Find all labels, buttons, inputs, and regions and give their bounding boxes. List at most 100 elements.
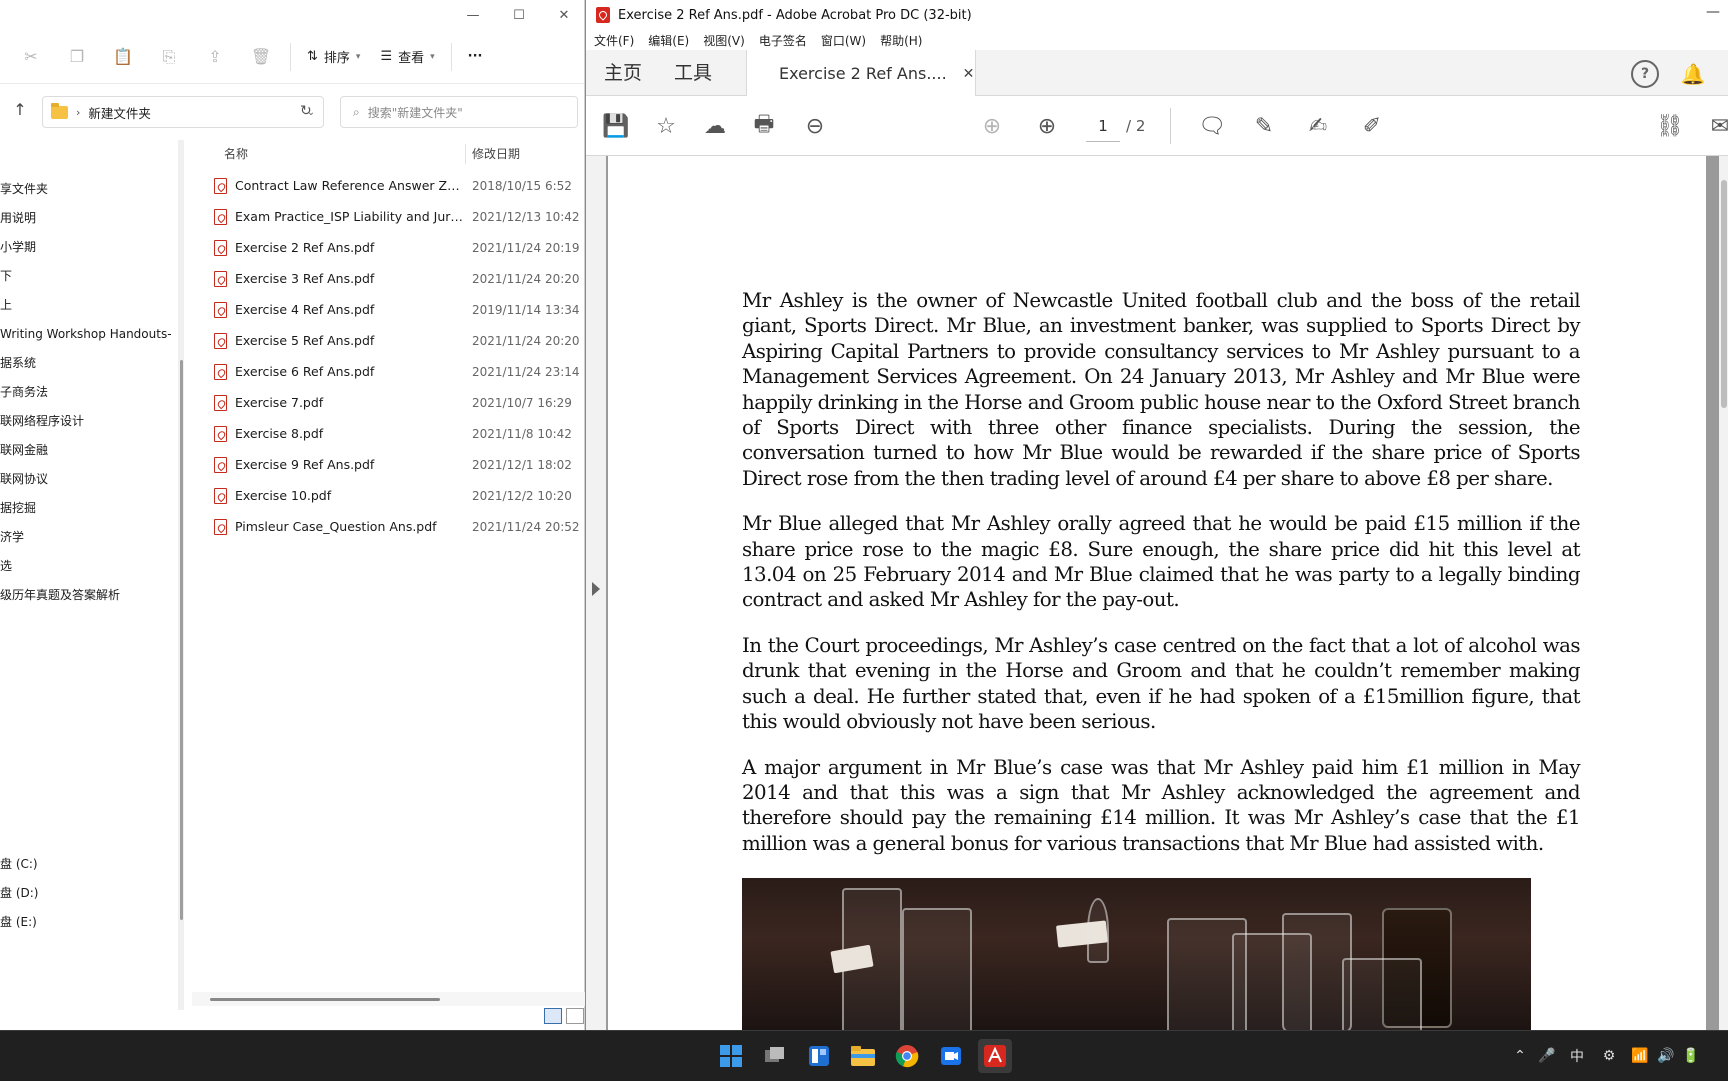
sort-button[interactable]: ⇅ 排序 ▾ xyxy=(297,40,370,74)
volume-icon[interactable]: 🔊 xyxy=(1654,1048,1678,1064)
close-tab-icon[interactable]: ✕ xyxy=(963,66,975,82)
menu-item[interactable]: 帮助(H) xyxy=(880,32,922,49)
rename-icon[interactable]: ⎘ xyxy=(146,39,192,75)
nav-item-drive[interactable]: 盘 (E:) xyxy=(0,910,37,934)
refresh-icon[interactable]: ↻ xyxy=(300,103,312,119)
share-link-icon[interactable]: ⛓ xyxy=(1654,110,1686,142)
menu-item[interactable]: 编辑(E) xyxy=(648,32,689,49)
nav-item[interactable]: 据挖掘 xyxy=(0,496,36,520)
minimize-icon[interactable]: — xyxy=(450,0,496,30)
ime-indicator[interactable]: 中 xyxy=(1562,1046,1592,1066)
zoom-out-icon[interactable]: ⊖ xyxy=(799,110,831,142)
nav-item[interactable]: 小学期 xyxy=(0,235,36,259)
file-explorer-icon[interactable] xyxy=(846,1039,880,1073)
help-icon[interactable]: ? xyxy=(1631,60,1659,88)
file-row[interactable]: Exam Practice_ISP Liability and Jurisdi.… xyxy=(192,201,585,232)
meeting-app-icon[interactable] xyxy=(934,1039,968,1073)
maximize-icon[interactable]: ☐ xyxy=(496,0,542,30)
email-icon[interactable]: ✉ xyxy=(1704,110,1728,142)
close-icon[interactable]: ✕ xyxy=(541,0,587,30)
bookmark-star-icon[interactable]: ☆ xyxy=(650,110,682,142)
next-page-icon[interactable]: ⊕ xyxy=(1031,110,1063,142)
print-icon[interactable]: 🖶 xyxy=(748,110,780,142)
file-row[interactable]: Exercise 9 Ref Ans.pdf 2021/12/1 18:02 xyxy=(192,449,585,480)
breadcrumb-folder[interactable]: 新建文件夹 xyxy=(88,103,291,122)
column-header-name[interactable]: 名称 xyxy=(224,140,248,168)
task-view-icon[interactable] xyxy=(758,1039,792,1073)
wifi-icon[interactable]: 📶 xyxy=(1626,1048,1654,1064)
search-input[interactable]: ⌕ 搜索"新建文件夹" xyxy=(340,96,578,128)
minimize-icon[interactable]: — xyxy=(1706,4,1720,20)
vertical-scrollbar-thumb[interactable] xyxy=(1721,180,1727,408)
pdf-page[interactable]: Mr Ashley is the owner of Newcastle Unit… xyxy=(608,156,1706,1030)
menu-item[interactable]: 窗口(W) xyxy=(821,32,866,49)
draw-signature-icon[interactable]: ✍ xyxy=(1302,110,1334,142)
column-header-date[interactable]: 修改日期 xyxy=(472,140,520,168)
save-icon[interactable]: 💾 xyxy=(600,110,632,142)
fill-sign-icon[interactable]: ✐ xyxy=(1356,110,1388,142)
nav-item[interactable]: 享文件夹 xyxy=(0,177,48,201)
menu-item[interactable]: 视图(V) xyxy=(703,32,745,49)
show-hidden-icons-chevron-icon[interactable]: ⌃ xyxy=(1508,1048,1532,1064)
file-row[interactable]: Contract Law Reference Answer Zhan... 201… xyxy=(192,170,585,201)
file-row[interactable]: Exercise 8.pdf 2021/11/8 10:42 xyxy=(192,418,585,449)
nav-item[interactable]: 据系统 xyxy=(0,351,36,375)
tab-document[interactable]: Exercise 2 Ref Ans.... ✕ xyxy=(746,50,976,97)
start-windows-icon[interactable] xyxy=(714,1039,748,1073)
navigation-panel-toggle[interactable] xyxy=(586,156,606,1030)
menu-item[interactable]: 文件(F) xyxy=(594,32,634,49)
more-options-button[interactable]: ··· xyxy=(458,40,493,74)
nav-item[interactable]: 用说明 xyxy=(0,206,36,230)
file-row[interactable]: Exercise 4 Ref Ans.pdf 2019/11/14 13:34 xyxy=(192,294,585,325)
file-row[interactable]: Exercise 2 Ref Ans.pdf 2021/11/24 20:19 xyxy=(192,232,585,263)
acrobat-taskbar-icon[interactable] xyxy=(978,1039,1012,1073)
widgets-icon[interactable] xyxy=(802,1039,836,1073)
nav-item[interactable]: 济学 xyxy=(0,525,24,549)
delete-icon[interactable]: 🗑 xyxy=(238,39,284,75)
chrome-icon[interactable] xyxy=(890,1039,924,1073)
nav-item[interactable]: 下 xyxy=(0,264,12,288)
file-row[interactable]: Exercise 5 Ref Ans.pdf 2021/11/24 20:20 xyxy=(192,325,585,356)
file-row[interactable]: Exercise 6 Ref Ans.pdf 2021/11/24 23:14 xyxy=(192,356,585,387)
tab-tools[interactable]: 工具 xyxy=(674,50,712,96)
copy-icon[interactable]: ❐ xyxy=(54,39,100,75)
nav-item[interactable]: Writing Workshop Handouts- xyxy=(0,322,172,346)
input-method-icon[interactable]: ⚙ xyxy=(1592,1048,1626,1064)
comment-icon[interactable]: 🗨 xyxy=(1196,110,1228,142)
up-arrow-icon[interactable]: ↑ xyxy=(8,96,32,122)
file-row[interactable]: Exercise 10.pdf 2021/12/2 10:20 xyxy=(192,480,585,511)
nav-item[interactable]: 子商务法 xyxy=(0,380,48,404)
horizontal-scrollbar-thumb[interactable] xyxy=(210,998,440,1001)
nav-item[interactable]: 选 xyxy=(0,554,12,578)
view-button[interactable]: ☰ 查看 ▾ xyxy=(370,40,444,74)
file-date: 2021/12/2 10:20 xyxy=(472,488,572,503)
upload-cloud-icon[interactable]: ☁ xyxy=(699,110,731,142)
large-icons-view-icon[interactable] xyxy=(566,1008,584,1024)
nav-item[interactable]: 联网协议 xyxy=(0,467,48,491)
page-number-input[interactable]: 1 xyxy=(1086,110,1120,142)
file-row[interactable]: Exercise 7.pdf 2021/10/7 16:29 xyxy=(192,387,585,418)
nav-item[interactable]: 级历年真题及答案解析 xyxy=(0,583,120,607)
share-icon[interactable]: ⇪ xyxy=(192,39,238,75)
highlight-pen-icon[interactable]: ✎ xyxy=(1248,110,1280,142)
nav-item[interactable]: 联网金融 xyxy=(0,438,48,462)
tab-home[interactable]: 主页 xyxy=(604,50,642,96)
file-row[interactable]: Pimsleur Case_Question Ans.pdf 2021/11/24… xyxy=(192,511,585,542)
menu-item[interactable]: 电子签名 xyxy=(759,32,807,49)
previous-page-icon[interactable]: ⊕ xyxy=(976,110,1008,142)
nav-item-drive[interactable]: 盘 (C:) xyxy=(0,852,38,876)
paste-icon[interactable]: 📋 xyxy=(100,39,146,75)
navigation-pane: 享文件夹用说明小学期下上 Writing Workshop Handouts- 据系… xyxy=(0,140,178,1010)
nav-item[interactable]: 上 xyxy=(0,293,12,317)
notification-bell-icon[interactable]: 🔔 xyxy=(1679,60,1707,88)
file-row[interactable]: Exercise 3 Ref Ans.pdf 2021/11/24 20:20 xyxy=(192,263,585,294)
address-bar[interactable]: › 新建文件夹 ⌄ xyxy=(42,96,324,128)
battery-icon[interactable]: 🔋 xyxy=(1678,1048,1704,1064)
cut-icon[interactable]: ✂ xyxy=(8,39,54,75)
details-view-icon[interactable] xyxy=(544,1008,562,1024)
nav-item[interactable]: 联网络程序设计 xyxy=(0,409,84,433)
column-divider[interactable] xyxy=(465,144,466,164)
nav-item-drive[interactable]: 盘 (D:) xyxy=(0,881,38,905)
microphone-icon[interactable]: 🎤 xyxy=(1532,1048,1562,1064)
nav-scrollbar-thumb[interactable] xyxy=(180,360,183,920)
